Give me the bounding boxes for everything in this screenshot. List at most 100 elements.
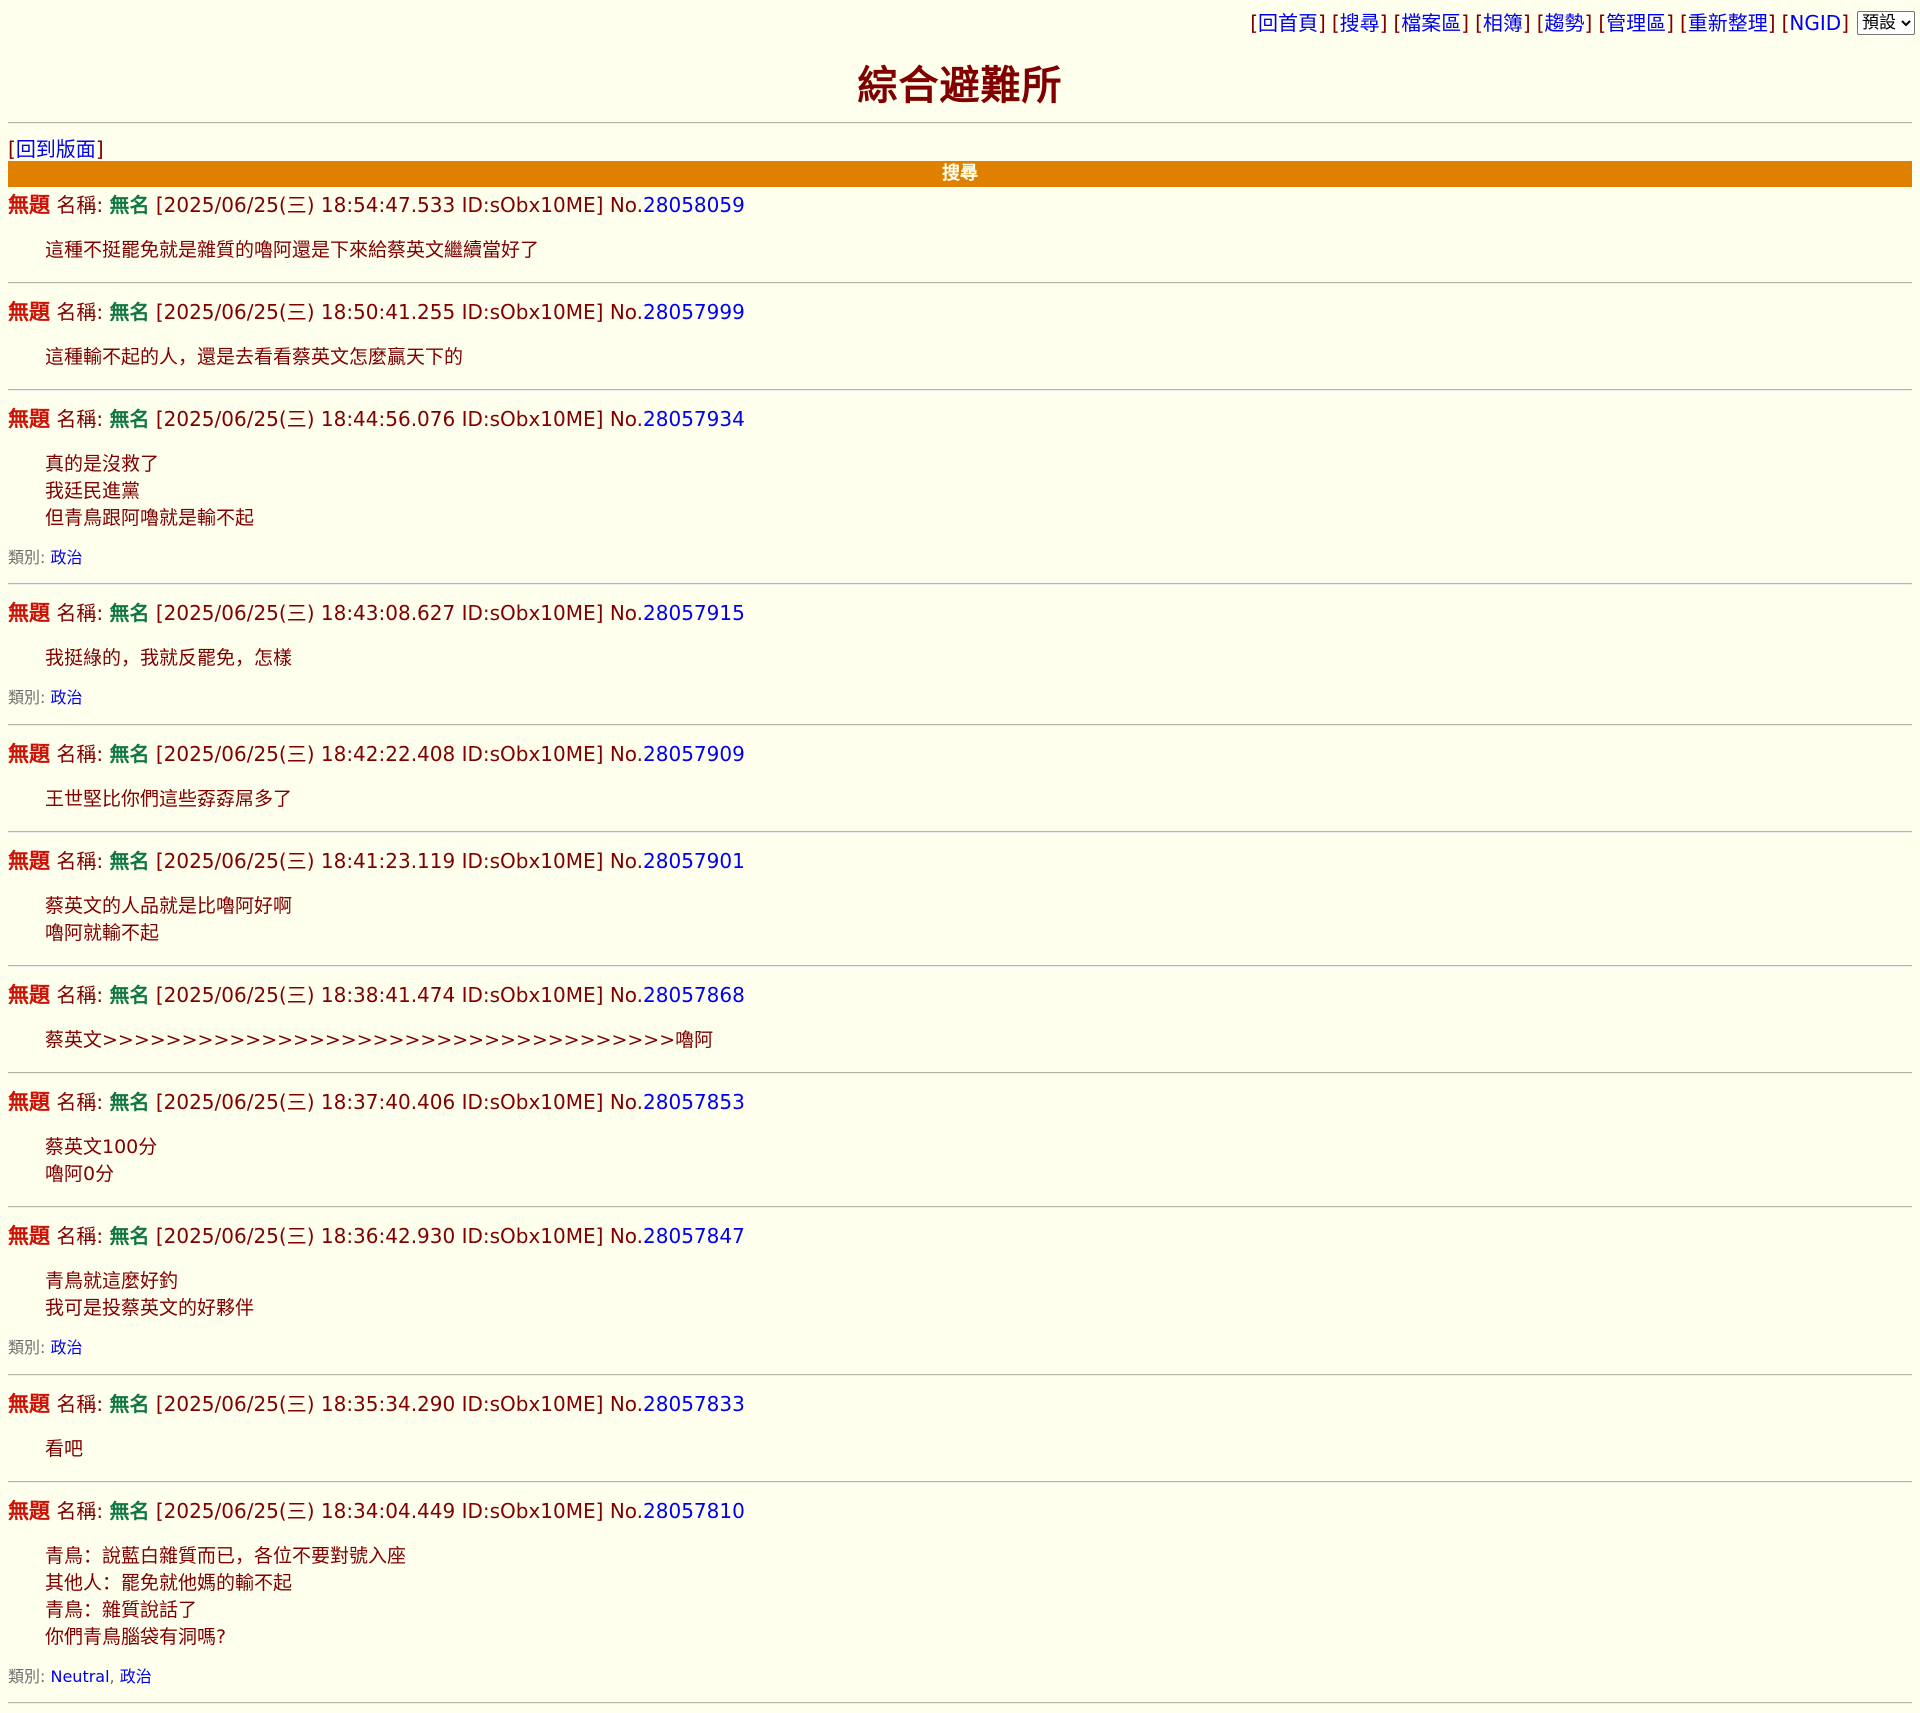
post-subject: 無題 xyxy=(8,193,50,217)
nav-link-refresh[interactable]: 重新整理 xyxy=(1688,11,1768,35)
poster-name: 無名 xyxy=(109,1499,150,1523)
name-label: 名稱: xyxy=(56,300,110,324)
post-number-label: No. xyxy=(609,300,644,324)
post-divider xyxy=(8,1481,1912,1483)
post-number-label: No. xyxy=(609,193,644,217)
post-body: 青鳥就這麼好釣 我可是投蔡英文的好夥伴 xyxy=(45,1268,1912,1322)
post-number-label: No. xyxy=(609,601,644,625)
post-text-line: 青鳥：雜質說話了 xyxy=(45,1599,198,1621)
search-header-bar: 搜尋 xyxy=(8,161,1912,187)
post-subject: 無題 xyxy=(8,1499,50,1523)
post-body: 蔡英文100分 嚕阿0分 xyxy=(45,1134,1912,1188)
post-category-row: 類別: 政治 xyxy=(8,688,1912,708)
poster-name: 無名 xyxy=(109,849,150,873)
nav-link-admin[interactable]: 管理區 xyxy=(1606,11,1666,35)
post-header: 無題 名稱: 無名 [2025/06/25(三) 18:36:42.930 ID… xyxy=(8,1223,1912,1249)
post-datetime-id: [2025/06/25(三) 18:42:22.408 ID:sObx10ME] xyxy=(155,742,604,766)
nav-link-album[interactable]: 相簿 xyxy=(1483,11,1523,35)
post-datetime-id: [2025/06/25(三) 18:54:47.533 ID:sObx10ME] xyxy=(155,193,604,217)
category-link[interactable]: 政治 xyxy=(50,1338,82,1357)
post: 無題 名稱: 無名 [2025/06/25(三) 18:41:23.119 ID… xyxy=(8,848,1912,947)
category-link[interactable]: 政治 xyxy=(120,1667,152,1686)
post-number-link[interactable]: 28057810 xyxy=(643,1499,745,1523)
post-text-line: 嚕阿就輸不起 xyxy=(45,922,160,944)
post-divider xyxy=(8,282,1912,284)
post-text-line: 青鳥：說藍白雜質而已，各位不要對號入座 xyxy=(45,1545,407,1567)
post-subject: 無題 xyxy=(8,742,50,766)
poster-name: 無名 xyxy=(109,601,150,625)
post-number-link[interactable]: 28057934 xyxy=(643,407,745,431)
post: 無題 名稱: 無名 [2025/06/25(三) 18:50:41.255 ID… xyxy=(8,299,1912,371)
post-subject: 無題 xyxy=(8,1224,50,1248)
post-number-label: No. xyxy=(609,983,644,1007)
post-subject: 無題 xyxy=(8,849,50,873)
post-divider xyxy=(8,389,1912,391)
post-number-link[interactable]: 28057901 xyxy=(643,849,745,873)
name-label: 名稱: xyxy=(56,742,110,766)
nav-link-home[interactable]: 回首頁 xyxy=(1258,11,1318,35)
post-body: 這種輸不起的人，還是去看看蔡英文怎麼贏天下的 xyxy=(45,344,1912,371)
category-link[interactable]: 政治 xyxy=(50,548,82,567)
category-label: 類別: xyxy=(8,688,51,707)
post-number-label: No. xyxy=(609,1224,644,1248)
back-to-board-link[interactable]: 回到版面 xyxy=(16,137,96,161)
post-text-line: 真的是沒救了 xyxy=(45,453,160,475)
post-divider xyxy=(8,583,1912,585)
post-datetime-id: [2025/06/25(三) 18:41:23.119 ID:sObx10ME] xyxy=(155,849,604,873)
poster-name: 無名 xyxy=(109,1392,150,1416)
post-datetime-id: [2025/06/25(三) 18:50:41.255 ID:sObx10ME] xyxy=(155,300,604,324)
post-text-line: 我廷民進黨 xyxy=(45,480,141,502)
post-number-label: No. xyxy=(609,407,644,431)
post-datetime-id: [2025/06/25(三) 18:38:41.474 ID:sObx10ME] xyxy=(155,983,604,1007)
post-header: 無題 名稱: 無名 [2025/06/25(三) 18:41:23.119 ID… xyxy=(8,848,1912,874)
post-number-link[interactable]: 28058059 xyxy=(643,193,745,217)
page-title: 綜合避難所 xyxy=(857,63,1063,109)
post-text-line: 看吧 xyxy=(45,1438,84,1460)
poster-name: 無名 xyxy=(109,300,150,324)
poster-name: 無名 xyxy=(109,407,150,431)
poster-name: 無名 xyxy=(109,1224,150,1248)
post-text-line: 青鳥就這麼好釣 xyxy=(45,1270,179,1292)
post-number-link[interactable]: 28057915 xyxy=(643,601,745,625)
name-label: 名稱: xyxy=(56,193,110,217)
nav-link-trends[interactable]: 趨勢 xyxy=(1545,11,1585,35)
nav-link-ngid[interactable]: NGID xyxy=(1789,11,1841,35)
post-number-link[interactable]: 28057853 xyxy=(643,1090,745,1114)
name-label: 名稱: xyxy=(56,1224,110,1248)
style-select[interactable]: 預設 xyxy=(1857,11,1915,35)
nav-link-files[interactable]: 檔案區 xyxy=(1401,11,1461,35)
post-number-link[interactable]: 28057909 xyxy=(643,742,745,766)
post-divider xyxy=(8,1072,1912,1074)
post-datetime-id: [2025/06/25(三) 18:44:56.076 ID:sObx10ME] xyxy=(155,407,604,431)
post-subject: 無題 xyxy=(8,601,50,625)
post-text-line: 蔡英文的人品就是比嚕阿好啊 xyxy=(45,895,293,917)
post-body: 這種不挺罷免就是雜質的嚕阿還是下來給蔡英文繼續當好了 xyxy=(45,237,1912,264)
post-number-link[interactable]: 28057999 xyxy=(643,300,745,324)
post: 無題 名稱: 無名 [2025/06/25(三) 18:43:08.627 ID… xyxy=(8,600,1912,708)
category-link[interactable]: Neutral xyxy=(50,1667,109,1686)
post-text-line: 這種輸不起的人，還是去看看蔡英文怎麼贏天下的 xyxy=(45,346,464,368)
post-number-link[interactable]: 28057847 xyxy=(643,1224,745,1248)
post-number-link[interactable]: 28057868 xyxy=(643,983,745,1007)
post-header: 無題 名稱: 無名 [2025/06/25(三) 18:50:41.255 ID… xyxy=(8,299,1912,325)
category-link[interactable]: 政治 xyxy=(50,688,82,707)
post: 無題 名稱: 無名 [2025/06/25(三) 18:42:22.408 ID… xyxy=(8,741,1912,813)
post-number-label: No. xyxy=(609,742,644,766)
post-body: 青鳥：說藍白雜質而已，各位不要對號入座 其他人：罷免就他媽的輸不起 青鳥：雜質說話了… xyxy=(45,1543,1912,1651)
post-body: 我挺綠的，我就反罷免，怎樣 xyxy=(45,645,1912,672)
top-nav: [回首頁] [搜尋] [檔案區] [相簿] [趨勢] [管理區] [重新整理] … xyxy=(1244,10,1915,36)
title-divider xyxy=(8,122,1912,124)
post-number-label: No. xyxy=(609,1090,644,1114)
category-label: 類別: xyxy=(8,1338,51,1357)
post-text-line: 蔡英文100分 xyxy=(45,1136,158,1158)
post-text-line: 你們青鳥腦袋有洞嗎? xyxy=(45,1626,227,1648)
post-header: 無題 名稱: 無名 [2025/06/25(三) 18:38:41.474 ID… xyxy=(8,982,1912,1008)
name-label: 名稱: xyxy=(56,983,110,1007)
name-label: 名稱: xyxy=(56,407,110,431)
post-divider xyxy=(8,1374,1912,1376)
post-number-link[interactable]: 28057833 xyxy=(643,1392,745,1416)
post-text-line: 我挺綠的，我就反罷免，怎樣 xyxy=(45,647,293,669)
post-divider xyxy=(8,831,1912,833)
post-body: 蔡英文的人品就是比嚕阿好啊 嚕阿就輸不起 xyxy=(45,893,1912,947)
nav-link-search[interactable]: 搜尋 xyxy=(1340,11,1380,35)
